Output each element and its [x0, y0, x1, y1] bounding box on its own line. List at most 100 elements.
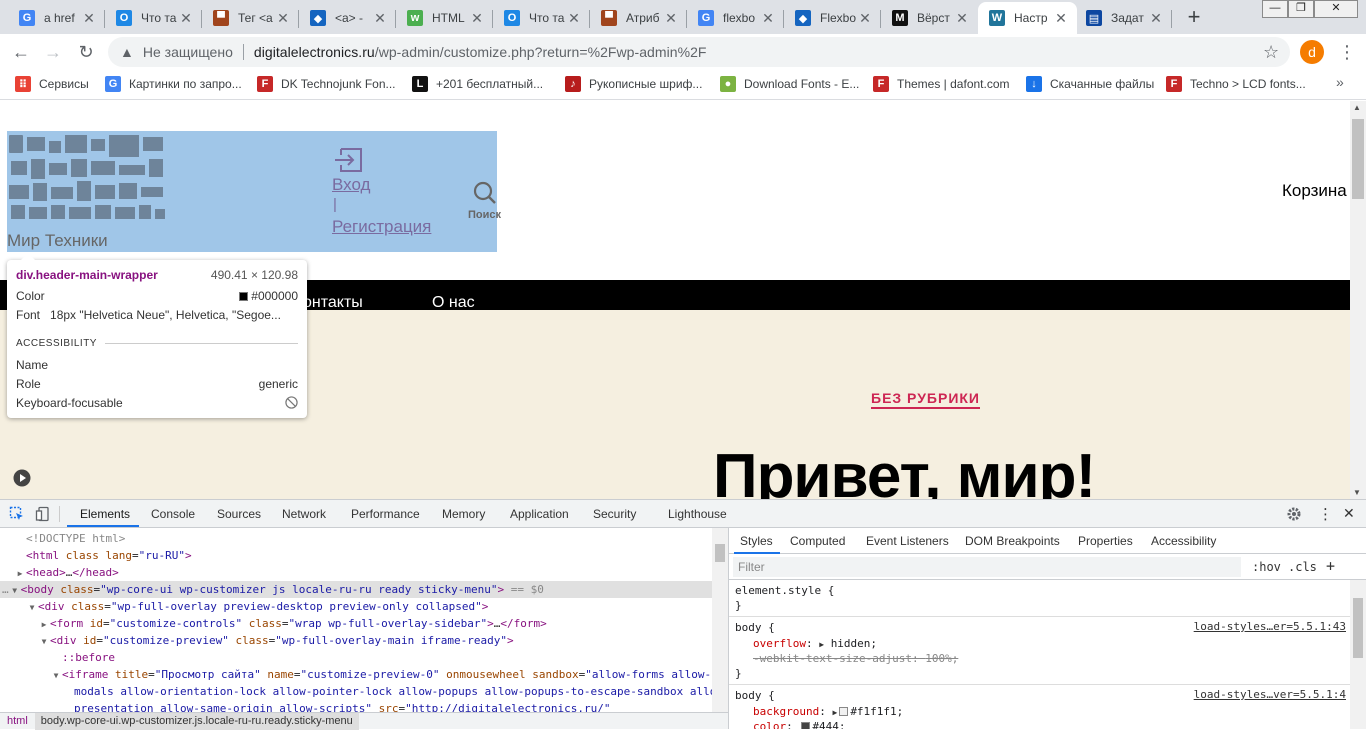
post-title[interactable]: Привет, мир! [713, 441, 1096, 499]
dom-node-line[interactable]: <!DOCTYPE html> [0, 530, 712, 547]
back-arrow-icon[interactable]: ← [10, 41, 32, 63]
search-label[interactable]: Поиск [468, 209, 501, 221]
close-devtools-icon[interactable]: ✕ [1343, 505, 1355, 522]
close-tab-icon[interactable]: ✕ [857, 10, 873, 27]
browser-tab[interactable]: O Что та ✕ [493, 2, 590, 34]
expand-triangle-icon[interactable]: ▶ [819, 640, 824, 649]
sidepanel-tab-computed[interactable]: Computed [790, 534, 845, 548]
bookmark-item[interactable]: ● Download Fonts - E... [720, 76, 859, 92]
browser-tab[interactable]: w HTML ✕ [396, 2, 493, 34]
search-icon[interactable] [473, 181, 497, 205]
body-rule-2-source-link[interactable]: load-styles…ver=5.5.1:4 [1194, 688, 1346, 701]
styles-scrollbar[interactable] [1350, 580, 1366, 729]
sidepanel-tab-accessibility[interactable]: Accessibility [1151, 534, 1216, 548]
new-tab-button[interactable]: + [1181, 5, 1207, 31]
page-scroll-thumb[interactable] [1352, 119, 1364, 199]
breadcrumb-body[interactable]: body.wp-core-ui.wp-customizer.js.locale-… [34, 712, 359, 730]
devtools-tab-application[interactable]: Application [510, 507, 569, 521]
profile-avatar[interactable]: d [1300, 40, 1324, 64]
devtools-tab-sources[interactable]: Sources [217, 507, 261, 521]
elements-tree[interactable]: <!DOCTYPE html> <html class lang="ru-RU">… [0, 528, 712, 712]
bookmarks-overflow-icon[interactable]: » [1336, 74, 1344, 90]
bookmark-item[interactable]: F DK Technojunk Fon... [257, 76, 396, 92]
browser-menu-icon[interactable]: ⋮ [1338, 41, 1356, 63]
expand-triangle-icon[interactable]: ▶ [832, 708, 837, 717]
dom-node-line[interactable]: ▶ <head>…</head> [0, 564, 712, 581]
address-bar[interactable]: ▲ Не защищено digitalelectronics.ru/wp-a… [108, 37, 1290, 67]
dom-node-line[interactable]: ▶ <form id="customize-controls" class="wr… [0, 615, 712, 632]
browser-tab[interactable]: O Что та ✕ [105, 2, 202, 34]
browser-tab[interactable]: ▤ Задат ✕ [1075, 2, 1172, 34]
styles-filter-input[interactable] [733, 557, 1241, 577]
devtools-tab-performance[interactable]: Performance [351, 507, 420, 521]
devtools-tab-elements[interactable]: Elements [80, 507, 130, 521]
warning-triangle-icon[interactable]: ▲ [120, 44, 134, 60]
reload-icon[interactable]: ↻ [75, 41, 97, 63]
maximize-icon[interactable]: ❐ [1288, 0, 1314, 18]
dom-node-line[interactable]: presentation allow-same-origin allow-scr… [0, 700, 712, 712]
styles-scroll-thumb[interactable] [1353, 598, 1363, 658]
close-tab-icon[interactable]: ✕ [954, 10, 970, 27]
browser-tab[interactable]: ▀ Атриб ✕ [590, 2, 687, 34]
background-declaration[interactable]: background: ▶ #f1f1f1; [753, 704, 903, 719]
login-link[interactable]: Вход [332, 175, 370, 195]
close-tab-icon[interactable]: ✕ [1053, 10, 1069, 27]
scroll-up-icon[interactable]: ▲ [1353, 103, 1361, 112]
hov-toggle[interactable]: :hov [1252, 560, 1281, 574]
dom-node-line[interactable]: <html class lang="ru-RU"> [0, 547, 712, 564]
new-rule-plus-icon[interactable]: + [1326, 557, 1335, 575]
devtools-tab-memory[interactable]: Memory [442, 507, 485, 521]
sidepanel-tab-styles[interactable]: Styles [740, 534, 773, 548]
close-tab-icon[interactable]: ✕ [760, 10, 776, 27]
devtools-tab-network[interactable]: Network [282, 507, 326, 521]
close-tab-icon[interactable]: ✕ [469, 10, 485, 27]
devtools-tab-console[interactable]: Console [151, 507, 195, 521]
browser-tab[interactable]: Gflexbo ✕ [687, 2, 784, 34]
element-style-selector[interactable]: element.style { [735, 583, 834, 598]
elements-scroll-thumb[interactable] [715, 544, 725, 562]
browser-tab[interactable]: Ga href ✕ [8, 2, 105, 34]
bookmark-item[interactable]: ⠿ Сервисы [15, 76, 89, 92]
register-link[interactable]: Регистрация [332, 217, 431, 237]
browser-tab[interactable]: M Вёрст ✕ [881, 2, 978, 34]
site-logo-text[interactable]: Мир Техники [7, 231, 108, 251]
devtools-tab-security[interactable]: Security [593, 507, 636, 521]
dom-node-line[interactable]: … ▼ <body class="wp-core-ui wp-customizer … [0, 581, 712, 598]
close-tab-icon[interactable]: ✕ [372, 10, 388, 27]
close-tab-icon[interactable]: ✕ [1148, 10, 1164, 27]
settings-gear-icon[interactable] [1286, 506, 1302, 522]
bookmark-star-icon[interactable]: ☆ [1263, 42, 1279, 63]
bookmark-item[interactable]: G Картинки по запро... [105, 76, 242, 92]
login-icon[interactable] [333, 147, 363, 173]
page-scrollbar[interactable]: ▲ ▼ [1350, 101, 1366, 499]
style-rules[interactable]: element.style { } body { load-styles…er=… [729, 580, 1350, 729]
close-tab-icon[interactable]: ✕ [663, 10, 679, 27]
body-rule-selector[interactable]: body { [735, 620, 775, 635]
browser-tab[interactable]: ▀ Тег <a ✕ [202, 2, 299, 34]
inspect-element-icon[interactable] [9, 506, 25, 522]
close-tab-icon[interactable]: ✕ [81, 10, 97, 27]
minimize-icon[interactable]: — [1262, 0, 1288, 18]
close-tab-icon[interactable]: ✕ [178, 10, 194, 27]
close-tab-icon[interactable]: ✕ [275, 10, 291, 27]
body-rule-2-selector[interactable]: body { [735, 688, 775, 703]
sidepanel-tab-event-listeners[interactable]: Event Listeners [866, 534, 949, 548]
elements-scrollbar[interactable] [712, 528, 728, 712]
bg-color-swatch[interactable] [839, 707, 849, 716]
play-icon[interactable] [13, 469, 31, 487]
close-window-icon[interactable]: ✕ [1314, 0, 1358, 18]
url-text[interactable]: digitalelectronics.ru/wp-admin/customize… [254, 44, 707, 60]
bookmark-item[interactable]: ♪ Рукописные шриф... [565, 76, 702, 92]
sidepanel-tab-properties[interactable]: Properties [1078, 534, 1133, 548]
browser-tab[interactable]: ◆ <a> - ✕ [299, 2, 396, 34]
bookmark-item[interactable]: L +201 бесплатный... [412, 76, 543, 92]
device-toolbar-icon[interactable] [35, 506, 51, 522]
dom-node-line[interactable]: ▼ <div id="customize-preview" class="wp-f… [0, 632, 712, 649]
dom-node-line[interactable]: ▼ <div class="wp-full-overlay preview-des… [0, 598, 712, 615]
overflow-declaration[interactable]: overflow: ▶ hidden; [753, 636, 877, 651]
bookmark-item[interactable]: F Themes | dafont.com [873, 76, 1010, 92]
dom-node-line[interactable]: modals allow-orientation-lock allow-poin… [0, 683, 712, 700]
cls-toggle[interactable]: .cls [1288, 560, 1317, 574]
forward-arrow-icon[interactable]: → [42, 41, 64, 63]
cart-link[interactable]: Корзина [1282, 181, 1347, 201]
